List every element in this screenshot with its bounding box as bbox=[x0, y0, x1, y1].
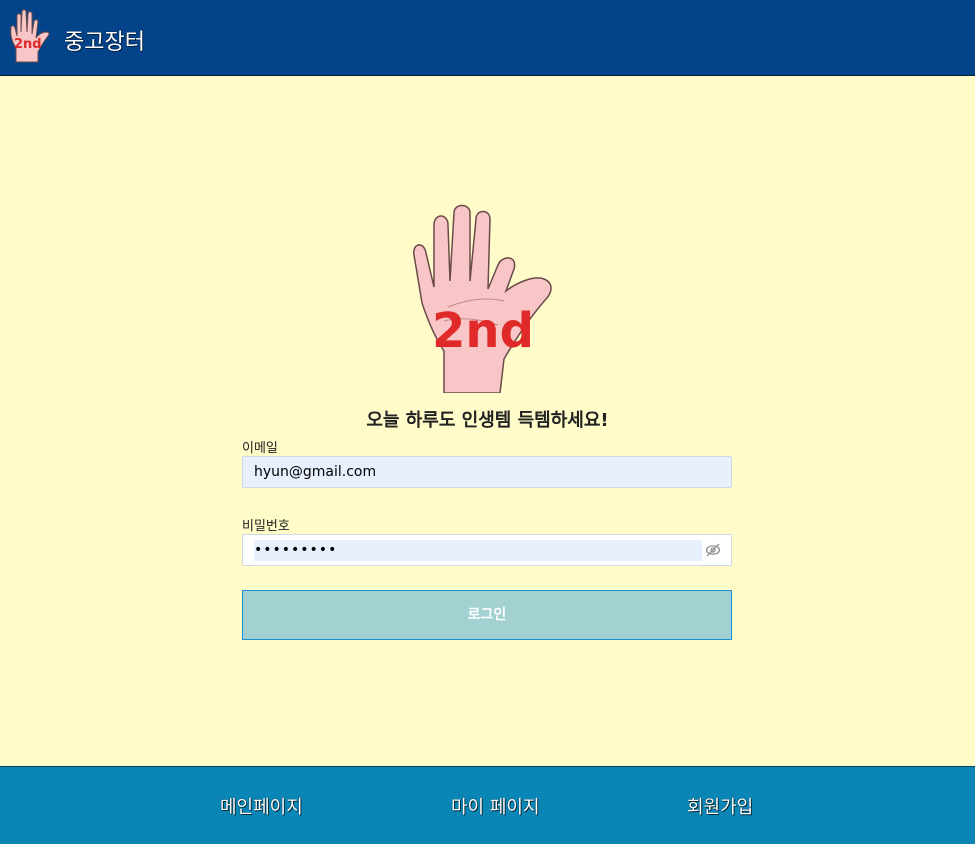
email-label: 이메일 bbox=[242, 441, 278, 456]
top-header: 2nd 중고장터 bbox=[0, 0, 975, 76]
login-button[interactable]: 로그인 bbox=[242, 590, 732, 640]
nav-signup[interactable]: 회원가입 bbox=[687, 793, 753, 819]
password-field[interactable]: ••••••••• bbox=[242, 534, 732, 566]
hand-hero-icon: 2nd bbox=[413, 204, 552, 393]
bottom-nav: 메인페이지 마이 페이지 회원가입 bbox=[0, 766, 975, 844]
nav-my-page[interactable]: 마이 페이지 bbox=[451, 793, 540, 819]
site-title[interactable]: 중고장터 bbox=[64, 28, 145, 58]
password-input[interactable]: ••••••••• bbox=[254, 540, 702, 561]
svg-text:2nd: 2nd bbox=[14, 37, 42, 52]
nav-main-page[interactable]: 메인페이지 bbox=[220, 793, 303, 819]
eye-slash-icon[interactable] bbox=[705, 543, 721, 557]
svg-text:2nd: 2nd bbox=[432, 303, 534, 359]
password-label: 비밀번호 bbox=[242, 519, 290, 534]
tagline: 오늘 하루도 인생템 득템하세요! bbox=[366, 410, 609, 431]
email-input[interactable]: hyun@gmail.com bbox=[242, 456, 732, 488]
hand-logo-icon[interactable]: 2nd bbox=[6, 8, 52, 64]
